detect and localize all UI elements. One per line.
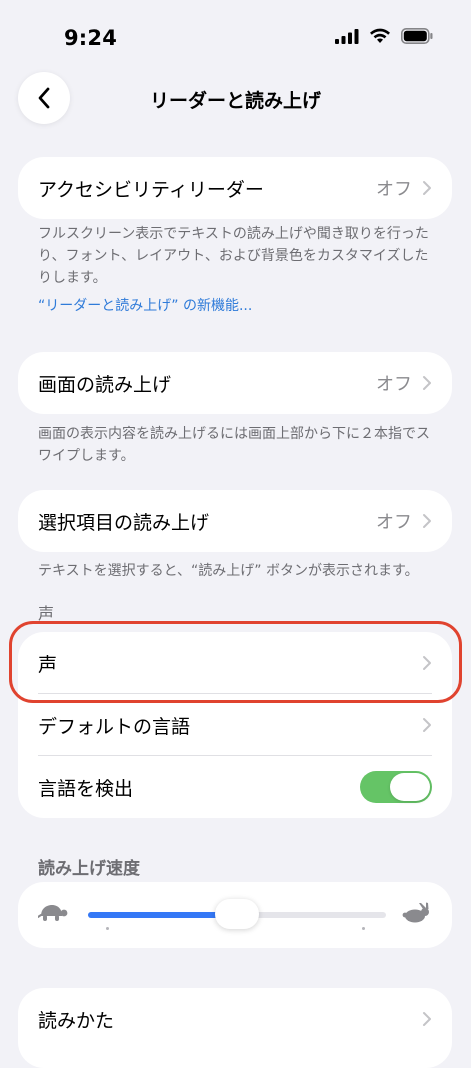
detect-language-toggle[interactable]: [360, 771, 432, 803]
accessibility-reader-row[interactable]: アクセシビリティリーダー オフ: [18, 157, 452, 219]
speak-selection-row[interactable]: 選択項目の読み上げ オフ: [18, 490, 452, 552]
speak-screen-value: オフ: [376, 374, 412, 395]
default-language-row[interactable]: デフォルトの言語: [18, 694, 452, 756]
chevron-right-icon: [423, 376, 431, 390]
speaking-rate-slider[interactable]: [18, 882, 452, 948]
voice-section-header: 声: [38, 604, 55, 623]
accessibility-reader-card: アクセシビリティリーダー オフ: [18, 157, 452, 219]
default-language-label: デフォルトの言語: [38, 715, 191, 738]
pronunciation-row[interactable]: 読みかた: [18, 988, 452, 1050]
speak-screen-footnote: 画面の表示内容を読み上げるには画面上部から下に２本指でスワイプします。: [38, 426, 430, 464]
voice-row[interactable]: 声: [18, 632, 452, 694]
voice-card: 声 デフォルトの言語 言語を検出: [18, 632, 452, 818]
turtle-icon: [37, 905, 68, 921]
pronunciation-label: 読みかた: [38, 1009, 115, 1032]
battery-icon: [401, 28, 433, 44]
wifi-icon: [370, 28, 390, 43]
navigation-bar: リーダーと読み上げ: [0, 72, 471, 128]
chevron-right-icon: [423, 718, 431, 732]
speaking-rate-card: [18, 882, 452, 948]
accessibility-reader-label: アクセシビリティリーダー: [38, 178, 264, 201]
slider-tick: [106, 927, 109, 930]
speak-screen-label: 画面の読み上げ: [38, 373, 172, 396]
status-time: 9:24: [64, 26, 118, 50]
speak-selection-footnote: テキストを選択すると、“読み上げ” ボタンが表示されます。: [38, 563, 419, 579]
chevron-right-icon: [423, 514, 431, 528]
status-bar: 9:24: [0, 0, 471, 72]
signal-icon: [335, 29, 359, 44]
chevron-right-icon: [423, 656, 431, 670]
voice-label: 声: [38, 653, 58, 676]
slider-tick: [362, 927, 365, 930]
chevron-right-icon: [423, 1012, 431, 1026]
speak-selection-card: 選択項目の読み上げ オフ: [18, 490, 452, 552]
speak-screen-card: 画面の読み上げ オフ: [18, 352, 452, 414]
speak-selection-label: 選択項目の読み上げ: [38, 511, 210, 534]
toggle-knob: [390, 773, 430, 801]
detect-language-row: 言語を検出: [18, 756, 452, 818]
speaking-rate-header: 読み上げ速度: [38, 859, 140, 879]
pronunciation-card: 読みかた: [18, 988, 452, 1068]
speak-selection-value: オフ: [376, 512, 412, 533]
accessibility-reader-footnote: フルスクリーン表示でテキストの読み上げや聞き取りを行ったり、フォント、レイアウト…: [38, 226, 429, 286]
speak-screen-row[interactable]: 画面の読み上げ オフ: [18, 352, 452, 414]
status-icons: [335, 28, 433, 44]
accessibility-reader-value: オフ: [376, 179, 412, 200]
whats-new-link[interactable]: “リーダーと読み上げ” の新機能...: [38, 295, 252, 315]
detect-language-label: 言語を検出: [38, 777, 134, 800]
chevron-right-icon: [423, 181, 431, 195]
page-title: リーダーと読み上げ: [149, 90, 321, 112]
rabbit-icon: [402, 902, 429, 923]
slider-thumb[interactable]: [215, 899, 259, 929]
